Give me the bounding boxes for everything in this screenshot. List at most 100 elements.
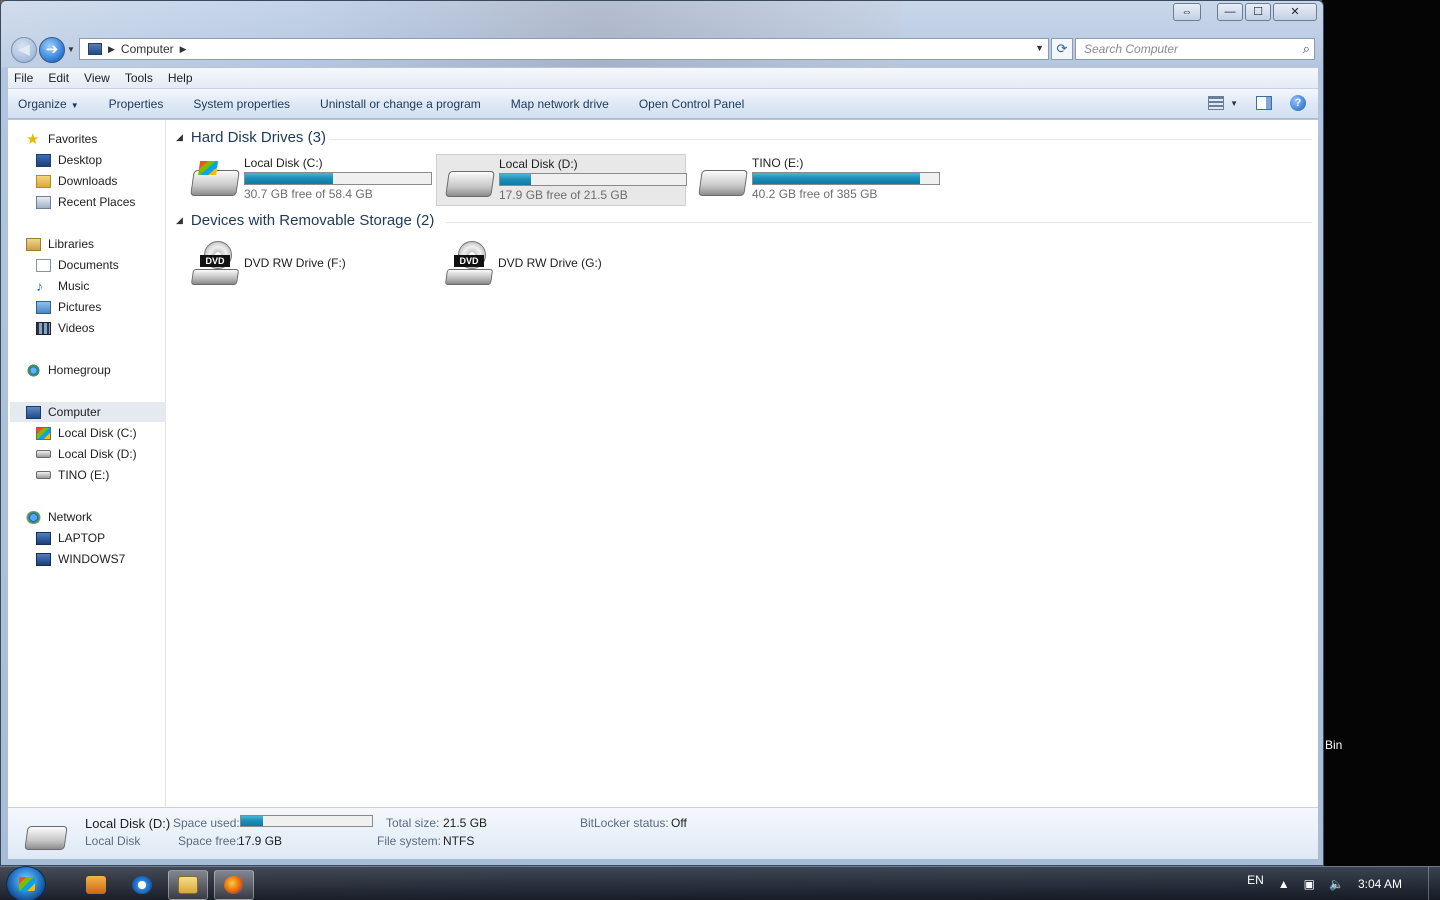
nav-computer[interactable]: Computer: [10, 402, 166, 422]
taskbar-firefox[interactable]: [214, 870, 254, 900]
nav-favorites[interactable]: ★ Favorites: [26, 129, 97, 149]
taskbar-windows-explorer[interactable]: [168, 870, 208, 900]
taskbar-internet-explorer[interactable]: [122, 870, 162, 900]
refresh-button[interactable]: ⟳: [1051, 38, 1073, 60]
nav-libraries[interactable]: Libraries: [26, 234, 94, 254]
menu-file[interactable]: File: [14, 71, 33, 85]
command-bar: Organize ▼ Properties System properties U…: [8, 89, 1318, 119]
drive-name: Local Disk (C:): [244, 156, 323, 170]
drive-tile-d[interactable]: Local Disk (D:) 17.9 GB free of 21.5 GB: [436, 154, 687, 206]
group-removable-storage[interactable]: ◢ Devices with Removable Storage (2): [176, 212, 434, 229]
open-control-panel-button[interactable]: Open Control Panel: [639, 97, 744, 111]
recent-places-icon: [36, 195, 51, 209]
libraries-icon: [26, 237, 41, 251]
taskbar-media-player[interactable]: [76, 870, 116, 900]
space-free-value: 17.9 GB: [238, 834, 283, 848]
nav-homegroup[interactable]: Homegroup: [26, 360, 111, 380]
minimize-button[interactable]: —: [1217, 3, 1243, 21]
nav-favorites-label: Favorites: [48, 132, 98, 146]
nav-music[interactable]: ♪ Music: [36, 276, 89, 296]
recycle-bin-label[interactable]: Bin: [1325, 738, 1342, 752]
folder-icon: [178, 876, 198, 894]
windows-logo-icon: [19, 877, 35, 891]
properties-button[interactable]: Properties: [109, 97, 164, 111]
window-controls: ⇔ — ☐ ✕: [1173, 3, 1317, 21]
search-input[interactable]: Search Computer ⌕: [1075, 38, 1315, 60]
hard-drive-icon: [36, 471, 51, 479]
network-tray-icon[interactable]: ▣: [1304, 877, 1315, 891]
nav-windows7[interactable]: WINDOWS7: [36, 549, 125, 569]
preview-pane-icon[interactable]: [1256, 96, 1272, 110]
address-dropdown-icon[interactable]: ▼: [1035, 43, 1044, 53]
group-removable-storage-title: Devices with Removable Storage (2): [190, 212, 435, 229]
title-bar[interactable]: ⇔ — ☐ ✕: [1, 1, 1323, 67]
forward-button[interactable]: ➔: [39, 37, 65, 63]
internet-explorer-icon: [132, 876, 152, 894]
close-button[interactable]: ✕: [1273, 3, 1317, 21]
drive-name: TINO (E:): [752, 156, 804, 170]
dvd-drive-icon: DVD: [190, 241, 240, 287]
collapse-triangle-icon[interactable]: ◢: [176, 132, 183, 143]
nav-local-disk-c[interactable]: Local Disk (C:): [36, 423, 137, 443]
details-title: Local Disk (D:): [85, 816, 171, 831]
back-button[interactable]: ◀: [11, 37, 37, 63]
explorer-window: ⇔ — ☐ ✕ ◀ ➔ ▼ ▶ Computer ▶ ▼ ⟳ Search Co…: [0, 0, 1324, 866]
windows-logo-icon: [198, 161, 219, 175]
breadcrumb-computer[interactable]: Computer: [121, 42, 174, 56]
group-hard-disk-drives[interactable]: ◢ Hard Disk Drives (3): [176, 129, 326, 146]
collapse-triangle-icon[interactable]: ◢: [176, 215, 183, 226]
dvd-tile-g[interactable]: DVD DVD RW Drive (G:): [436, 241, 686, 291]
menu-help[interactable]: Help: [168, 71, 193, 85]
nav-desktop-label: Desktop: [58, 153, 103, 167]
chevron-down-icon[interactable]: ▼: [1230, 99, 1238, 108]
show-hidden-icons[interactable]: ▲: [1278, 877, 1290, 891]
dvd-badge: DVD: [454, 255, 484, 267]
hard-drive-icon: [445, 171, 495, 197]
drive-tile-e[interactable]: TINO (E:) 40.2 GB free of 385 GB: [690, 154, 940, 206]
nav-videos[interactable]: Videos: [36, 318, 94, 338]
nav-downloads[interactable]: Downloads: [36, 171, 117, 191]
menu-tools[interactable]: Tools: [125, 71, 153, 85]
nav-local-disk-c-label: Local Disk (C:): [58, 426, 137, 440]
space-used-label: Space used:: [173, 816, 240, 830]
nav-desktop[interactable]: Desktop: [36, 150, 102, 170]
music-icon: ♪: [36, 277, 43, 294]
nav-tino-e-label: TINO (E:): [58, 468, 110, 482]
change-view-icon[interactable]: [1208, 96, 1225, 110]
dvd-tile-f[interactable]: DVD DVD RW Drive (F:): [182, 241, 432, 291]
map-network-drive-button[interactable]: Map network drive: [511, 97, 609, 111]
nav-recent-places[interactable]: Recent Places: [36, 192, 135, 212]
organize-button[interactable]: Organize ▼: [18, 97, 79, 111]
nav-pictures[interactable]: Pictures: [36, 297, 101, 317]
clock[interactable]: 3:04 AM: [1358, 877, 1402, 891]
group-divider: [446, 222, 1312, 223]
menu-edit[interactable]: Edit: [48, 71, 69, 85]
nav-network[interactable]: Network: [26, 507, 92, 527]
start-button[interactable]: [6, 866, 46, 900]
show-desktop-button[interactable]: [1428, 867, 1440, 900]
system-properties-button[interactable]: System properties: [193, 97, 290, 111]
address-bar[interactable]: ▶ Computer ▶ ▼: [79, 38, 1049, 60]
uninstall-program-button[interactable]: Uninstall or change a program: [320, 97, 481, 111]
help-icon[interactable]: ?: [1290, 95, 1306, 111]
nav-tino-e[interactable]: TINO (E:): [36, 465, 109, 485]
nav-local-disk-d[interactable]: Local Disk (D:): [36, 444, 137, 464]
view-controls: ▼ ?: [1208, 95, 1306, 111]
volume-icon[interactable]: 🔈: [1329, 877, 1344, 891]
search-icon[interactable]: ⌕: [1303, 39, 1310, 59]
nav-videos-label: Videos: [58, 321, 95, 335]
firefox-icon: [224, 876, 244, 894]
nav-documents[interactable]: Documents: [36, 255, 119, 275]
drive-usage-bar: [499, 173, 687, 186]
chevron-right-icon[interactable]: ▶: [108, 44, 115, 55]
language-indicator[interactable]: EN: [1247, 873, 1264, 887]
resize-icon[interactable]: ⇔: [1173, 3, 1201, 21]
maximize-button[interactable]: ☐: [1245, 3, 1271, 21]
chevron-right-icon[interactable]: ▶: [180, 44, 187, 55]
recent-pages-dropdown[interactable]: ▼: [67, 45, 75, 54]
menu-view[interactable]: View: [84, 71, 110, 85]
drive-tile-c[interactable]: Local Disk (C:) 30.7 GB free of 58.4 GB: [182, 154, 432, 206]
nav-laptop[interactable]: LAPTOP: [36, 528, 105, 548]
space-used-bar: [240, 815, 373, 827]
chevron-down-icon: ▼: [70, 100, 79, 110]
